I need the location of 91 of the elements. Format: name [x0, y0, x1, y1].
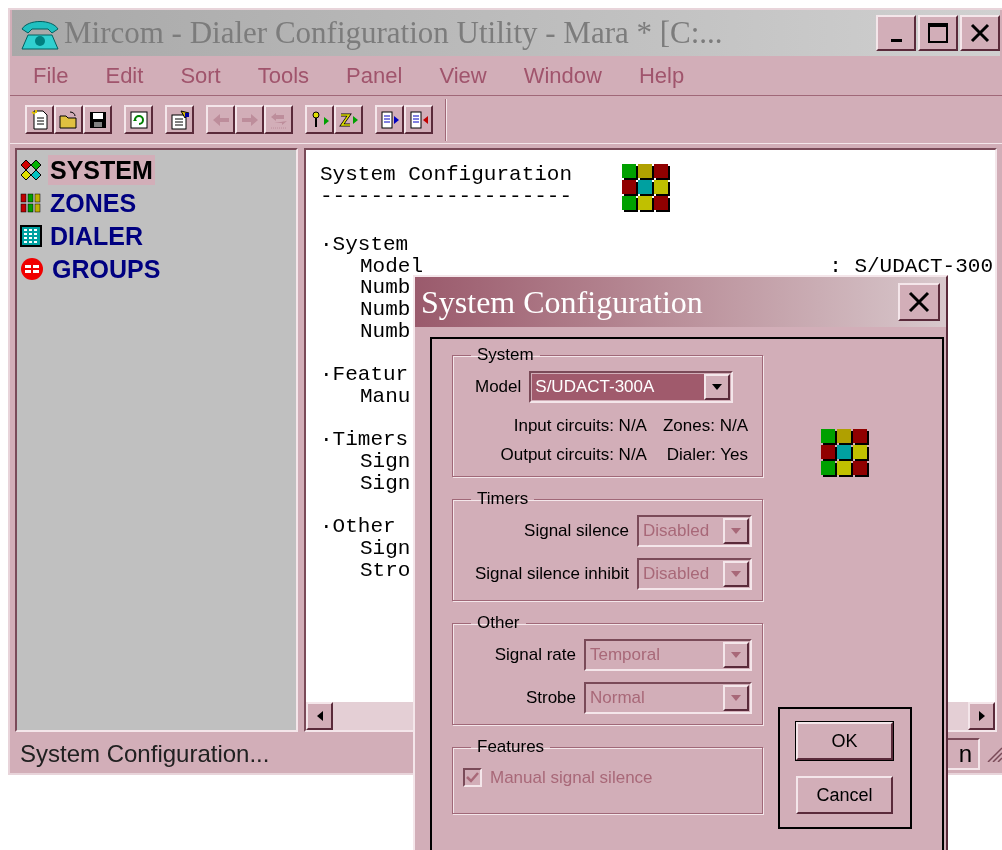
caret-icon [731, 571, 741, 577]
tree-item[interactable]: SYSTEM [48, 154, 155, 185]
group-label: Features [476, 737, 546, 757]
keypad-icon [20, 224, 42, 247]
document-line: Sign [360, 537, 411, 560]
check-icon [466, 772, 479, 784]
menu-item[interactable]: View [439, 59, 487, 92]
properties-icon [168, 108, 191, 131]
close-button[interactable] [960, 15, 1000, 51]
bars-icon [20, 192, 42, 213]
group-circle-icon [20, 256, 44, 281]
document-line: Numb [360, 299, 411, 321]
group-label: Timers [476, 489, 530, 509]
field-label: Signal rate [494, 644, 576, 667]
dropdown[interactable]: S/UDACT-300A [529, 371, 734, 403]
field-label: Signal silence [524, 520, 629, 543]
field-label: Model [475, 376, 522, 399]
group-label: Other [476, 613, 521, 633]
info-text: Input circuits: N/A [512, 415, 647, 437]
document-line: Manu [360, 385, 411, 408]
document-line: Sign [360, 472, 411, 495]
status-text: System Configuration... [20, 739, 270, 769]
menu-item[interactable]: File [33, 59, 69, 92]
diamonds-icon [20, 158, 42, 181]
dropdown-value: Disabled [642, 563, 711, 585]
document-line: Model [360, 255, 423, 278]
toolbar-button[interactable] [54, 105, 83, 134]
tree-item[interactable]: ZONES [48, 187, 139, 218]
section-title: ·Timers [320, 429, 409, 451]
document-value: : S/UDACT-300 [829, 255, 993, 278]
dropdown-arrow-button[interactable] [704, 374, 731, 400]
info-text: Zones: N/A [662, 415, 748, 437]
menu-item[interactable]: Edit [105, 59, 144, 92]
dialog-title: System Configuration [421, 283, 704, 322]
document-line: Sign [360, 451, 411, 473]
section-title: ·System [320, 234, 409, 256]
toolbar-button[interactable] [165, 105, 194, 134]
section-title: ·Other [320, 516, 396, 538]
close-icon [907, 290, 931, 314]
toolbar-button[interactable] [334, 105, 363, 134]
toolbar-button[interactable] [25, 105, 54, 134]
document-arrow-icon [378, 108, 401, 131]
toolbar-button[interactable] [305, 105, 334, 134]
menu-item[interactable]: Tools [257, 59, 310, 92]
toolbar-button[interactable] [404, 105, 433, 134]
dialog-button[interactable]: OK [796, 722, 893, 760]
scroll-right-button[interactable] [968, 702, 995, 730]
caret-icon [731, 652, 741, 658]
grid-squares-icon [622, 164, 671, 212]
menu-item[interactable]: Help [638, 59, 685, 92]
toolbar-button[interactable] [124, 105, 153, 134]
info-text: Dialer: Yes [665, 444, 748, 466]
close-button[interactable] [898, 283, 940, 321]
menu-item[interactable]: Panel [346, 59, 403, 92]
dialog-button[interactable]: Cancel [796, 776, 893, 814]
checkbox-label: Manual signal silence [490, 767, 653, 789]
caret-icon [712, 384, 723, 390]
right-triangle-icon [978, 711, 985, 721]
close-icon [969, 22, 991, 44]
minimize-icon [890, 38, 902, 42]
left-triangle-icon [316, 711, 323, 721]
document-line: Numb [360, 320, 411, 343]
document-heading: System Configuration [320, 164, 573, 186]
toolbar-button[interactable] [375, 105, 404, 134]
folder-icon [57, 108, 80, 131]
menu-item[interactable]: Window [523, 59, 602, 92]
dropdown-value: Disabled [642, 520, 711, 542]
field-label: Signal silence inhibit [474, 563, 629, 586]
section-title: ·Featur [320, 364, 409, 386]
menu-item[interactable]: Sort [180, 59, 221, 92]
info-text: Output circuits: N/A [500, 444, 647, 466]
dropdown-value: Temporal [589, 644, 661, 666]
minimize-button[interactable] [876, 15, 916, 51]
document-line: Stro [360, 559, 411, 582]
dropdown-value: Normal [589, 687, 646, 709]
heading-rule: -------------------- [320, 185, 573, 208]
field-label: Strobe [525, 687, 576, 710]
document-arrow-icon [407, 108, 430, 131]
scroll-left-button[interactable] [306, 702, 333, 730]
toolbar-button[interactable] [83, 105, 112, 134]
group-label: System [476, 345, 535, 365]
caret-icon [731, 528, 741, 534]
grid-squares-icon [820, 429, 869, 477]
dropdown-value: S/UDACT-300A [532, 374, 705, 400]
maximize-button[interactable] [918, 15, 958, 51]
document-line: Numb [360, 277, 411, 300]
resize-grip-icon [986, 746, 1002, 762]
refresh-icon [127, 108, 150, 131]
tree-item[interactable]: DIALER [48, 220, 146, 251]
tree-item[interactable]: GROUPS [50, 253, 163, 284]
maximize-icon [927, 22, 949, 44]
